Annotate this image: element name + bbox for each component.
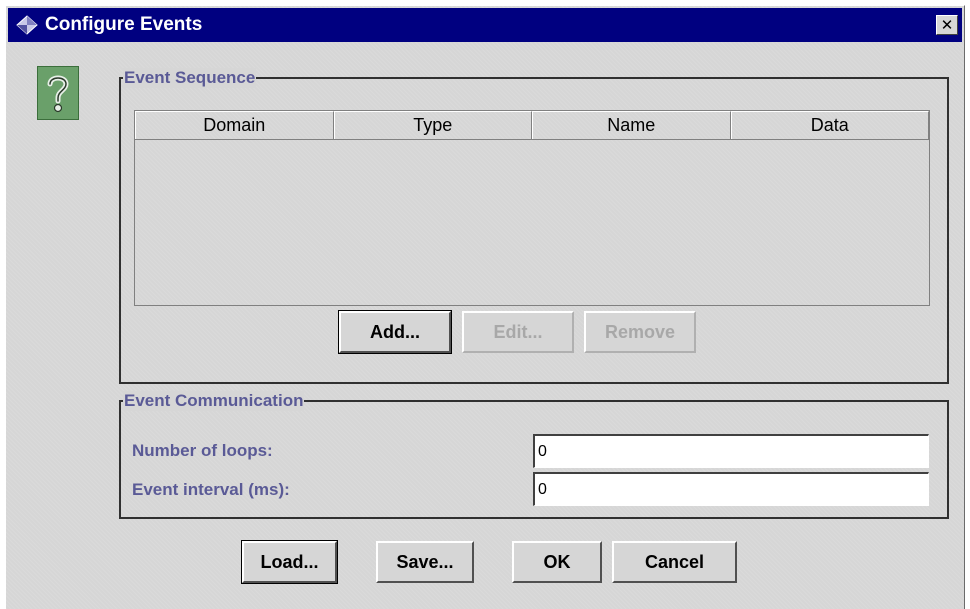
load-button-label: Load... <box>260 552 319 572</box>
column-header-data[interactable]: Data <box>730 111 929 139</box>
close-icon: ✕ <box>940 16 954 34</box>
table-header: Domain Type Name Data <box>135 111 929 140</box>
event-interval-label: Event interval (ms): <box>132 480 290 499</box>
event-interval-input[interactable] <box>533 472 929 506</box>
close-button[interactable]: ✕ <box>936 15 958 35</box>
cancel-button[interactable]: Cancel <box>612 541 737 583</box>
app-diamond-icon <box>16 15 38 35</box>
ok-button-label: OK <box>543 552 571 572</box>
add-button[interactable]: Add... <box>338 310 452 354</box>
remove-button[interactable]: Remove <box>584 311 696 353</box>
add-button-label: Add... <box>370 322 420 342</box>
event-sequence-legend: Event Sequence <box>123 68 257 88</box>
question-mark-glyph <box>47 75 69 113</box>
question-mark-icon[interactable] <box>37 66 79 120</box>
column-header-type[interactable]: Type <box>333 111 532 139</box>
event-sequence-table[interactable]: Domain Type Name Data <box>134 110 930 306</box>
title-bar[interactable]: Configure Events ✕ <box>8 8 962 42</box>
remove-button-label: Remove <box>604 322 676 342</box>
column-header-name[interactable]: Name <box>532 111 731 139</box>
edit-button[interactable]: Edit... <box>462 311 574 353</box>
edit-button-label: Edit... <box>493 322 543 342</box>
save-button-label: Save... <box>396 552 454 572</box>
column-header-domain[interactable]: Domain <box>135 111 334 139</box>
load-button[interactable]: Load... <box>241 540 338 584</box>
window-title: Configure Events <box>45 14 203 35</box>
ok-button[interactable]: OK <box>512 541 602 583</box>
event-communication-legend: Event Communication <box>123 391 305 411</box>
cancel-button-label: Cancel <box>644 552 705 572</box>
save-button[interactable]: Save... <box>376 541 474 583</box>
table-body[interactable] <box>135 140 929 306</box>
number-of-loops-label: Number of loops: <box>132 441 273 460</box>
number-of-loops-input[interactable] <box>533 434 929 468</box>
configure-events-dialog: Configure Events ✕ Event Sequence Domain… <box>5 5 965 609</box>
